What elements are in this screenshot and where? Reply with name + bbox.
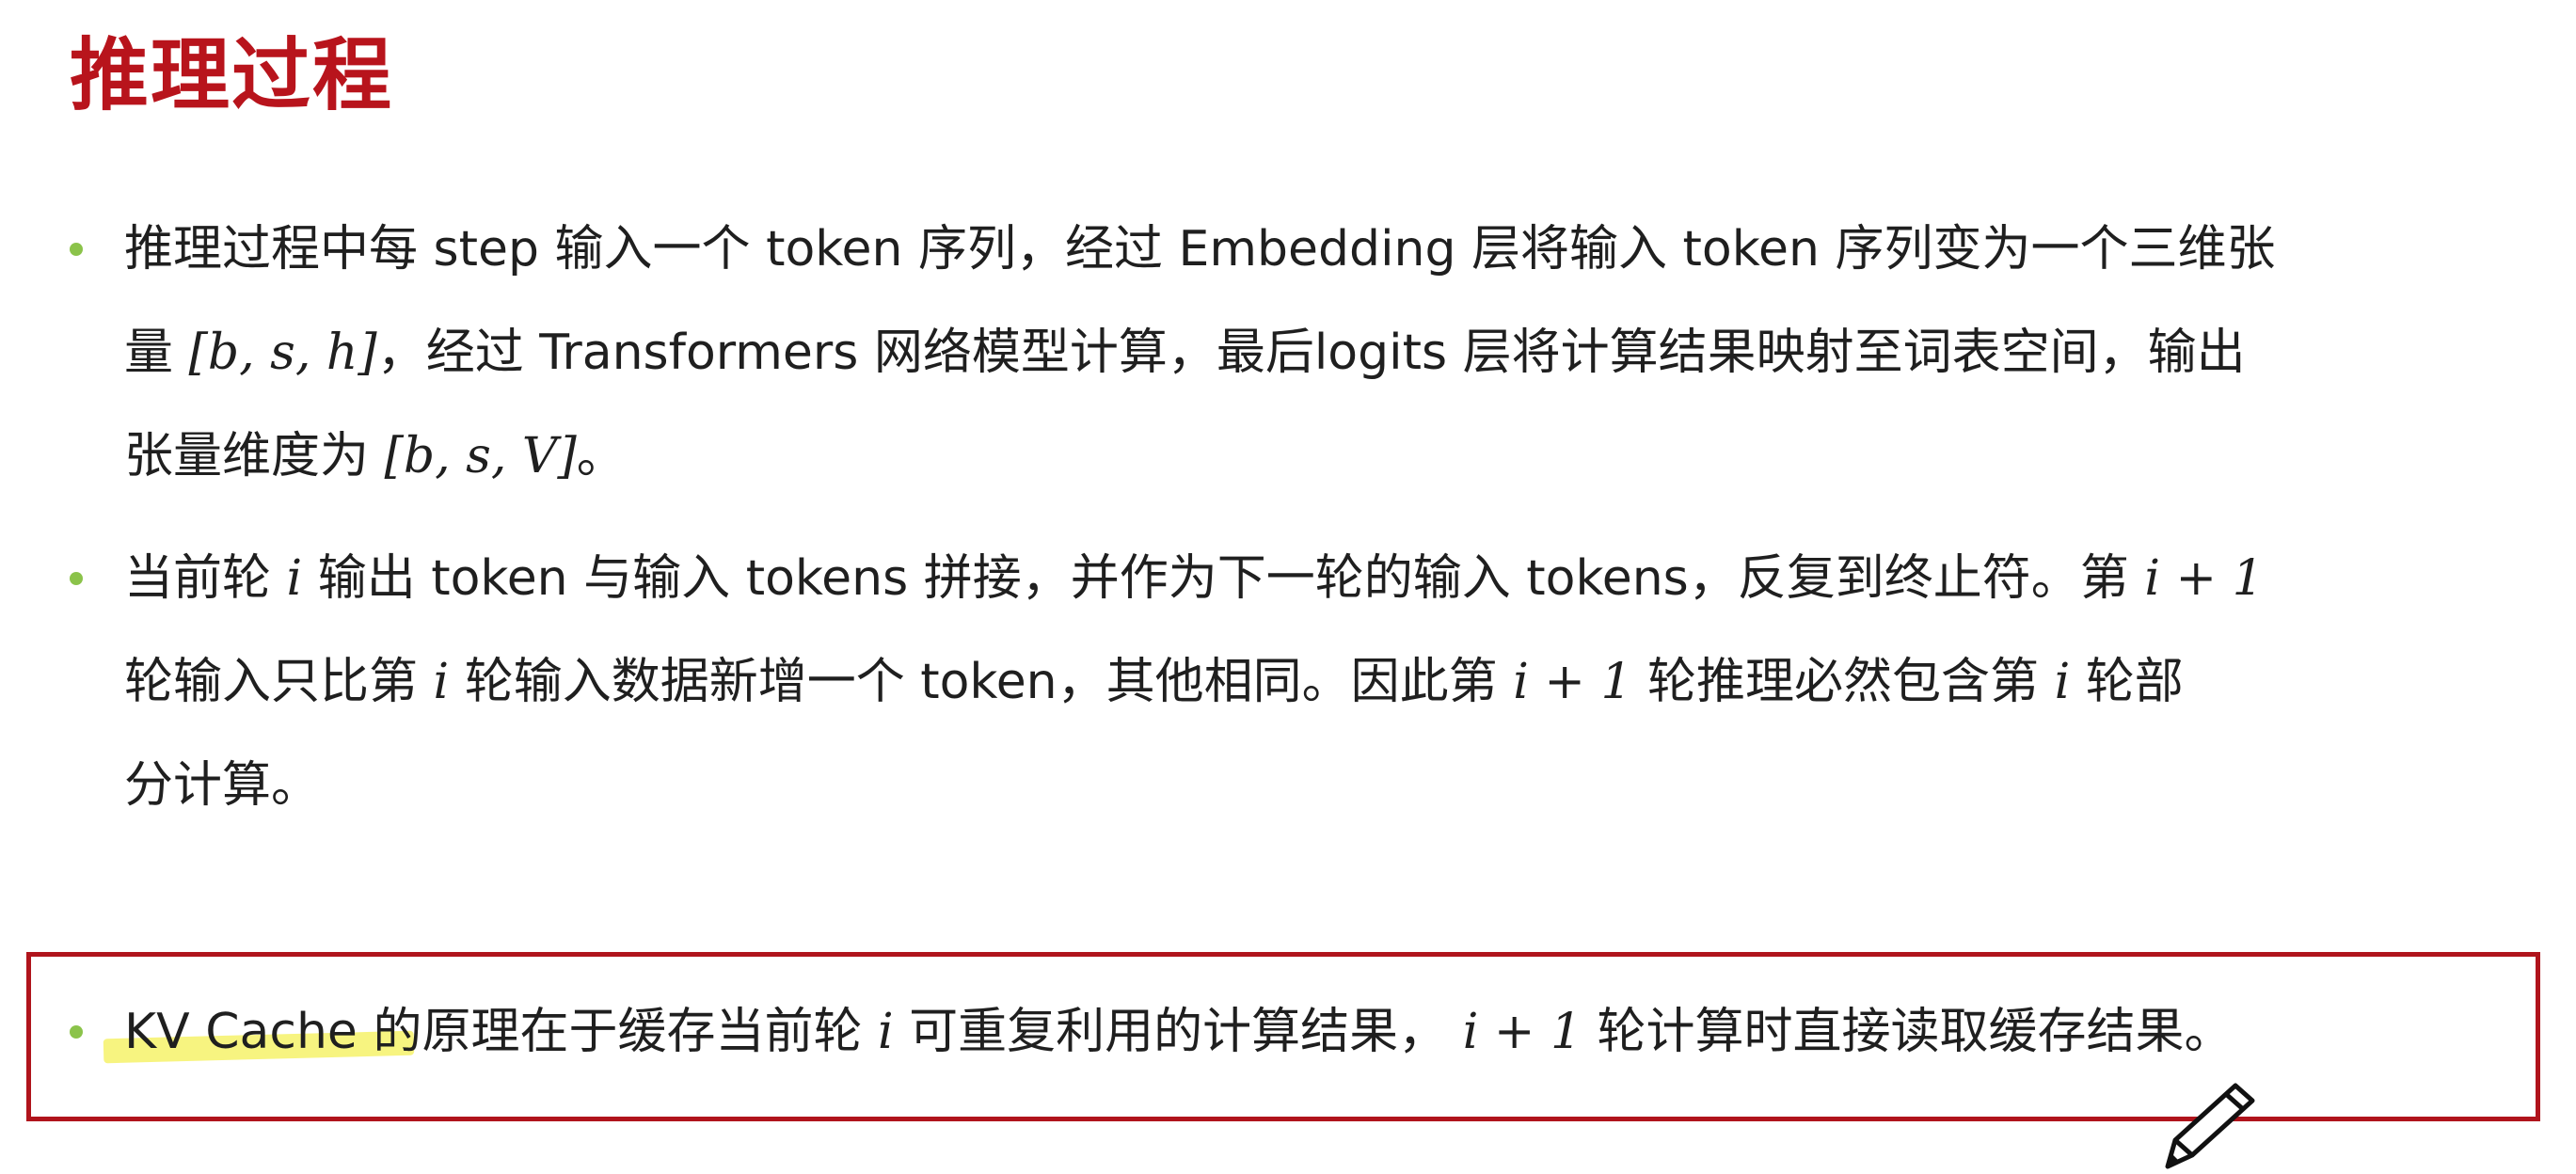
- bullet-dot-1: [70, 243, 83, 256]
- text: 轮部: [2070, 654, 2184, 710]
- text: 可重复利用的计算结果，: [893, 1004, 1463, 1060]
- math-bsv: [b, s, V]: [384, 428, 577, 484]
- bullet-2-line-1: 当前轮 i 输出 token 与输入 tokens 拼接，并作为下一轮的输入 t…: [124, 546, 2264, 611]
- math-bsh: [b, s, h]: [188, 325, 377, 381]
- bullet-1-line-1: 推理过程中每 step 输入一个 token 序列，经过 Embedding 层…: [124, 221, 2276, 278]
- math-i-plus-1: i + 1: [1462, 1004, 1582, 1060]
- bullet-2-line-2: 轮输入只比第 i 轮输入数据新增一个 token，其他相同。因此第 i + 1 …: [124, 649, 2184, 715]
- math-i: i: [286, 550, 303, 607]
- math-i-plus-1: i + 1: [2144, 550, 2264, 607]
- pencil-icon: [2165, 1083, 2255, 1169]
- bullet-1-line-3: 张量维度为 [b, s, V]。: [124, 423, 626, 489]
- text: 轮输入只比第: [124, 654, 434, 710]
- bullet-1-line-2: 量 [b, s, h]，经过 Transformers 网络模型计算，最后log…: [124, 320, 2246, 386]
- math-i: i: [2054, 654, 2071, 710]
- text: KV Cache 的原理在于缓存当前轮: [124, 1004, 878, 1060]
- text: 轮输入数据新增一个 token，其他相同。因此第: [449, 654, 1514, 710]
- text: 量: [124, 325, 189, 381]
- bullet-dot-3: [70, 1025, 83, 1039]
- text: 当前轮: [124, 550, 287, 607]
- text: 。: [576, 428, 626, 484]
- bullet-3-line-1: KV Cache 的原理在于缓存当前轮 i 可重复利用的计算结果， i + 1 …: [124, 999, 2234, 1065]
- text: 张量维度为: [124, 428, 385, 484]
- text: 输出 token 与输入 tokens 拼接，并作为下一轮的输入 tokens，…: [302, 550, 2145, 607]
- text: 轮推理必然包含第: [1631, 654, 2055, 710]
- math-i: i: [433, 654, 450, 710]
- text: 轮计算时直接读取缓存结果。: [1582, 1004, 2234, 1060]
- page-title: 推理过程: [70, 29, 394, 121]
- text: ，经过 Transformers 网络模型计算，最后logits 层将计算结果映…: [376, 325, 2246, 381]
- bullet-dot-2: [70, 572, 83, 585]
- math-i-plus-1: i + 1: [1513, 654, 1632, 710]
- bullet-2-line-3: 分计算。: [124, 757, 321, 814]
- math-i: i: [877, 1004, 894, 1060]
